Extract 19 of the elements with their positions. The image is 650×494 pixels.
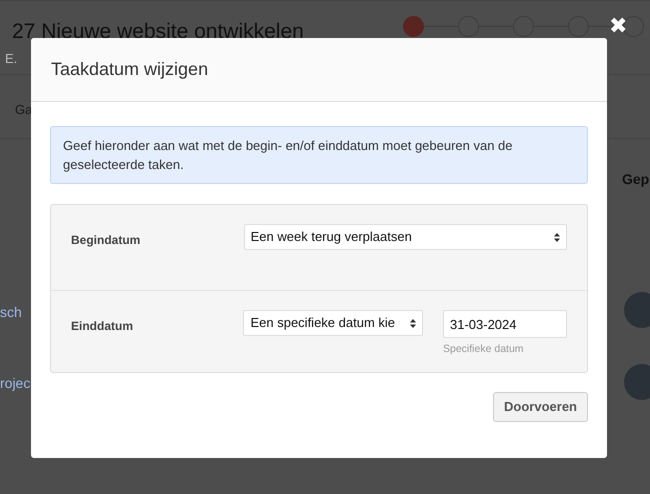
field-label: Einddatum <box>71 318 134 335</box>
info-message: Geef hieronder aan wat met de begin- en/of einddatum moet gebeuren van de geselecteerde taken. <box>50 126 588 184</box>
field-hint: Specifieke datum <box>443 342 525 357</box>
date-field[interactable]: 31-03-2024 <box>443 310 567 338</box>
project-link[interactable]: sch <box>0 302 22 323</box>
close-button[interactable]: ✖ <box>609 15 627 37</box>
avatar <box>624 292 650 328</box>
page-title: 27 Nieuwe website ontwikkelen <box>12 19 304 45</box>
column-header: Gep <box>622 170 650 189</box>
modal-title: Taakdatum wijzigen <box>51 58 208 81</box>
dropdown[interactable]: Een week terug verplaatsen <box>244 224 567 250</box>
sort-arrows-icon <box>410 318 416 328</box>
sort-arrows-icon <box>554 232 560 242</box>
avatar <box>624 364 650 400</box>
dropdown[interactable]: Een specifieke datum kie <box>243 310 423 336</box>
apply-button[interactable]: Doorvoeren <box>493 392 588 422</box>
page-subtitle: E. <box>5 50 18 68</box>
project-link[interactable]: rojec <box>0 373 30 394</box>
field-label: Begindatum <box>71 232 142 249</box>
